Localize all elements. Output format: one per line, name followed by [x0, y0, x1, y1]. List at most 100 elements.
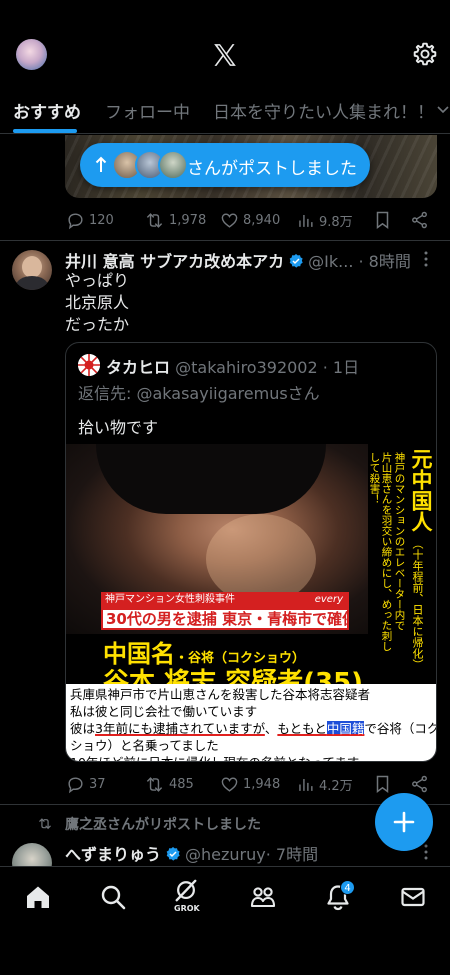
- compose-post-button[interactable]: [375, 793, 433, 851]
- vertical-caption: して殺害！: [368, 452, 381, 505]
- pill-avatar: [158, 150, 188, 180]
- caption-underlined: もともと: [277, 721, 327, 736]
- like-count: 1,948: [243, 776, 281, 792]
- caption-line: 私は彼と同じ会社で働いています: [70, 704, 258, 719]
- bookmark-icon[interactable]: [374, 210, 391, 230]
- tab-recommended[interactable]: おすすめ: [13, 98, 81, 123]
- caption-line: 10年ほど前に日本に帰化し現在の名前となってます: [70, 754, 432, 761]
- quoted-post-image[interactable]: 元中国人 （十年程前、日本に帰化） 神戸のマンションのエレベーター内で 片山恵さ…: [66, 444, 436, 761]
- timeline-tabs: おすすめ フォロー中 日本を守りたい人集まれ！！: [0, 92, 450, 134]
- news-band: 神戸マンション女性刺殺事件 every: [101, 592, 349, 608]
- settings-gear-icon[interactable]: [412, 41, 438, 67]
- reply-to-handle[interactable]: @akasayiigaremus: [136, 384, 287, 403]
- quoted-post-card[interactable]: タカヒロ @takahiro392002 · 1日 返信先: @akasayii…: [65, 342, 437, 762]
- author-display-name[interactable]: へずまりゅう: [65, 845, 161, 864]
- verified-badge-icon: [289, 254, 303, 268]
- chevron-down-icon[interactable]: [436, 103, 450, 117]
- grok-label: GROK: [174, 904, 200, 913]
- post-text-line: やっぱり: [65, 271, 130, 290]
- more-options-icon[interactable]: [424, 844, 428, 860]
- x-logo-icon[interactable]: [212, 42, 238, 68]
- reply-to-label: 返信先:: [78, 384, 137, 403]
- post-body: やっぱり 北京原人 だったか: [65, 270, 129, 336]
- vertical-headline: 元中国人: [409, 448, 433, 532]
- post-text-line: 北京原人: [65, 293, 130, 312]
- repost-icon: [146, 212, 163, 228]
- caption-line: ショウ）と名乗ってました: [70, 738, 219, 753]
- caption-text: 彼は: [70, 721, 96, 736]
- caption-line: 彼は3年前にも逮捕されていますが、もともと中国籍で谷将（コクショウ）: [70, 720, 436, 737]
- arrow-up-icon: [95, 156, 107, 172]
- post-text-line: だったか: [65, 315, 130, 334]
- author-display-name[interactable]: 井川 意高 サブアカ改め本アカ: [65, 252, 284, 271]
- quoted-post-text: 拾い物です: [78, 418, 159, 437]
- vertical-caption: 神戸のマンションのエレベーター内で: [393, 452, 406, 631]
- post-divider: [0, 240, 450, 241]
- author-handle[interactable]: @hezuruy: [185, 845, 266, 864]
- quoted-author-handle: @takahiro392002: [175, 358, 318, 377]
- caption-text: 、: [264, 721, 278, 736]
- quoted-post-header: タカヒロ @takahiro392002 · 1日: [106, 354, 359, 378]
- pill-label: さんがポストしました: [187, 159, 357, 179]
- caption-underlined: 3年前にも逮捕されていますが: [95, 721, 265, 736]
- verified-badge-icon: [166, 847, 180, 861]
- messages-envelope-icon[interactable]: [399, 883, 427, 911]
- tab-list[interactable]: 日本を守りたい人集まれ！！: [213, 98, 434, 123]
- like-button[interactable]: 1,948: [220, 773, 280, 795]
- news-brand: every: [314, 594, 343, 605]
- views-button[interactable]: 9.8万: [296, 209, 353, 231]
- share-icon[interactable]: [410, 774, 429, 794]
- top-header: おすすめ フォロー中 日本を守りたい人集まれ！！: [0, 0, 450, 135]
- grok-icon[interactable]: [173, 879, 199, 903]
- reply-button[interactable]: 37: [66, 773, 106, 795]
- heart-icon: [221, 212, 238, 228]
- vertical-caption: 片山恵さんを羽交い締めにし、めった刺し: [380, 452, 393, 652]
- share-icon[interactable]: [410, 210, 429, 230]
- vertical-caption-panel: 元中国人 （十年程前、日本に帰化） 神戸のマンションのエレベーター内で 片山恵さ…: [368, 444, 436, 674]
- search-icon[interactable]: [99, 883, 127, 911]
- reply-button[interactable]: 120: [66, 209, 114, 231]
- repost-icon: [146, 776, 163, 792]
- rising-sun-flag-icon: [78, 354, 100, 376]
- author-handle[interactable]: @Ik...: [308, 252, 353, 271]
- plus-icon: [393, 811, 415, 833]
- more-options-icon[interactable]: [424, 251, 428, 267]
- quoted-author-name: タカヒロ: [106, 358, 171, 377]
- post-actions: 37 485 1,948 4.2万: [66, 773, 436, 795]
- views-button[interactable]: 4.2万: [296, 773, 353, 795]
- views-chart-icon: [299, 214, 313, 227]
- reply-to-line: 返信先: @akasayiigaremusさん: [78, 380, 320, 404]
- reply-count: 120: [89, 212, 114, 228]
- active-tab-indicator: [13, 129, 77, 133]
- quoted-post-time: · 1日: [322, 358, 360, 377]
- repost-count: 1,978: [169, 212, 207, 228]
- post-time: · 8時間: [358, 252, 411, 271]
- like-button[interactable]: 8,940: [220, 209, 280, 231]
- tab-following[interactable]: フォロー中: [105, 98, 190, 123]
- views-chart-icon: [299, 778, 313, 791]
- image-text-caption: 兵庫県神戸市で片山恵さんを殺害した谷本将志容疑者 私は彼と同じ会社で働いています…: [66, 684, 436, 761]
- repost-notice-icon: [39, 818, 51, 830]
- post-time: · 7時間: [265, 845, 319, 864]
- reply-icon: [68, 776, 83, 793]
- caption-line: 兵庫県神戸市で片山恵さんを殺害した谷本将志容疑者: [70, 687, 371, 702]
- repost-button[interactable]: 1,978: [144, 209, 206, 231]
- bookmark-icon[interactable]: [374, 774, 391, 794]
- heart-icon: [221, 776, 238, 792]
- quoted-author-avatar: [78, 354, 100, 376]
- post-header: 井川 意高 サブアカ改め本アカ @Ik... · 8時間: [65, 248, 411, 272]
- home-icon[interactable]: [24, 883, 52, 911]
- reply-icon: [68, 212, 83, 229]
- repost-button[interactable]: 485: [144, 773, 194, 795]
- repost-notice[interactable]: 鷹之丞さんがリポストしました: [65, 814, 261, 834]
- news-headline: 30代の男を逮捕 東京・青梅市で確保: [101, 608, 349, 630]
- post-actions: 120 1,978 8,940 9.8万: [66, 209, 436, 231]
- new-posts-pill[interactable]: さんがポストしました: [80, 143, 370, 187]
- notifications-badge: 4: [340, 880, 355, 895]
- communities-icon[interactable]: [249, 883, 277, 911]
- profile-avatar[interactable]: [16, 39, 47, 70]
- like-count: 8,940: [243, 212, 281, 228]
- author-avatar[interactable]: [12, 250, 52, 290]
- views-count: 4.2万: [319, 778, 353, 794]
- post-header: へずまりゅう @hezuruy· 7時間: [65, 841, 318, 865]
